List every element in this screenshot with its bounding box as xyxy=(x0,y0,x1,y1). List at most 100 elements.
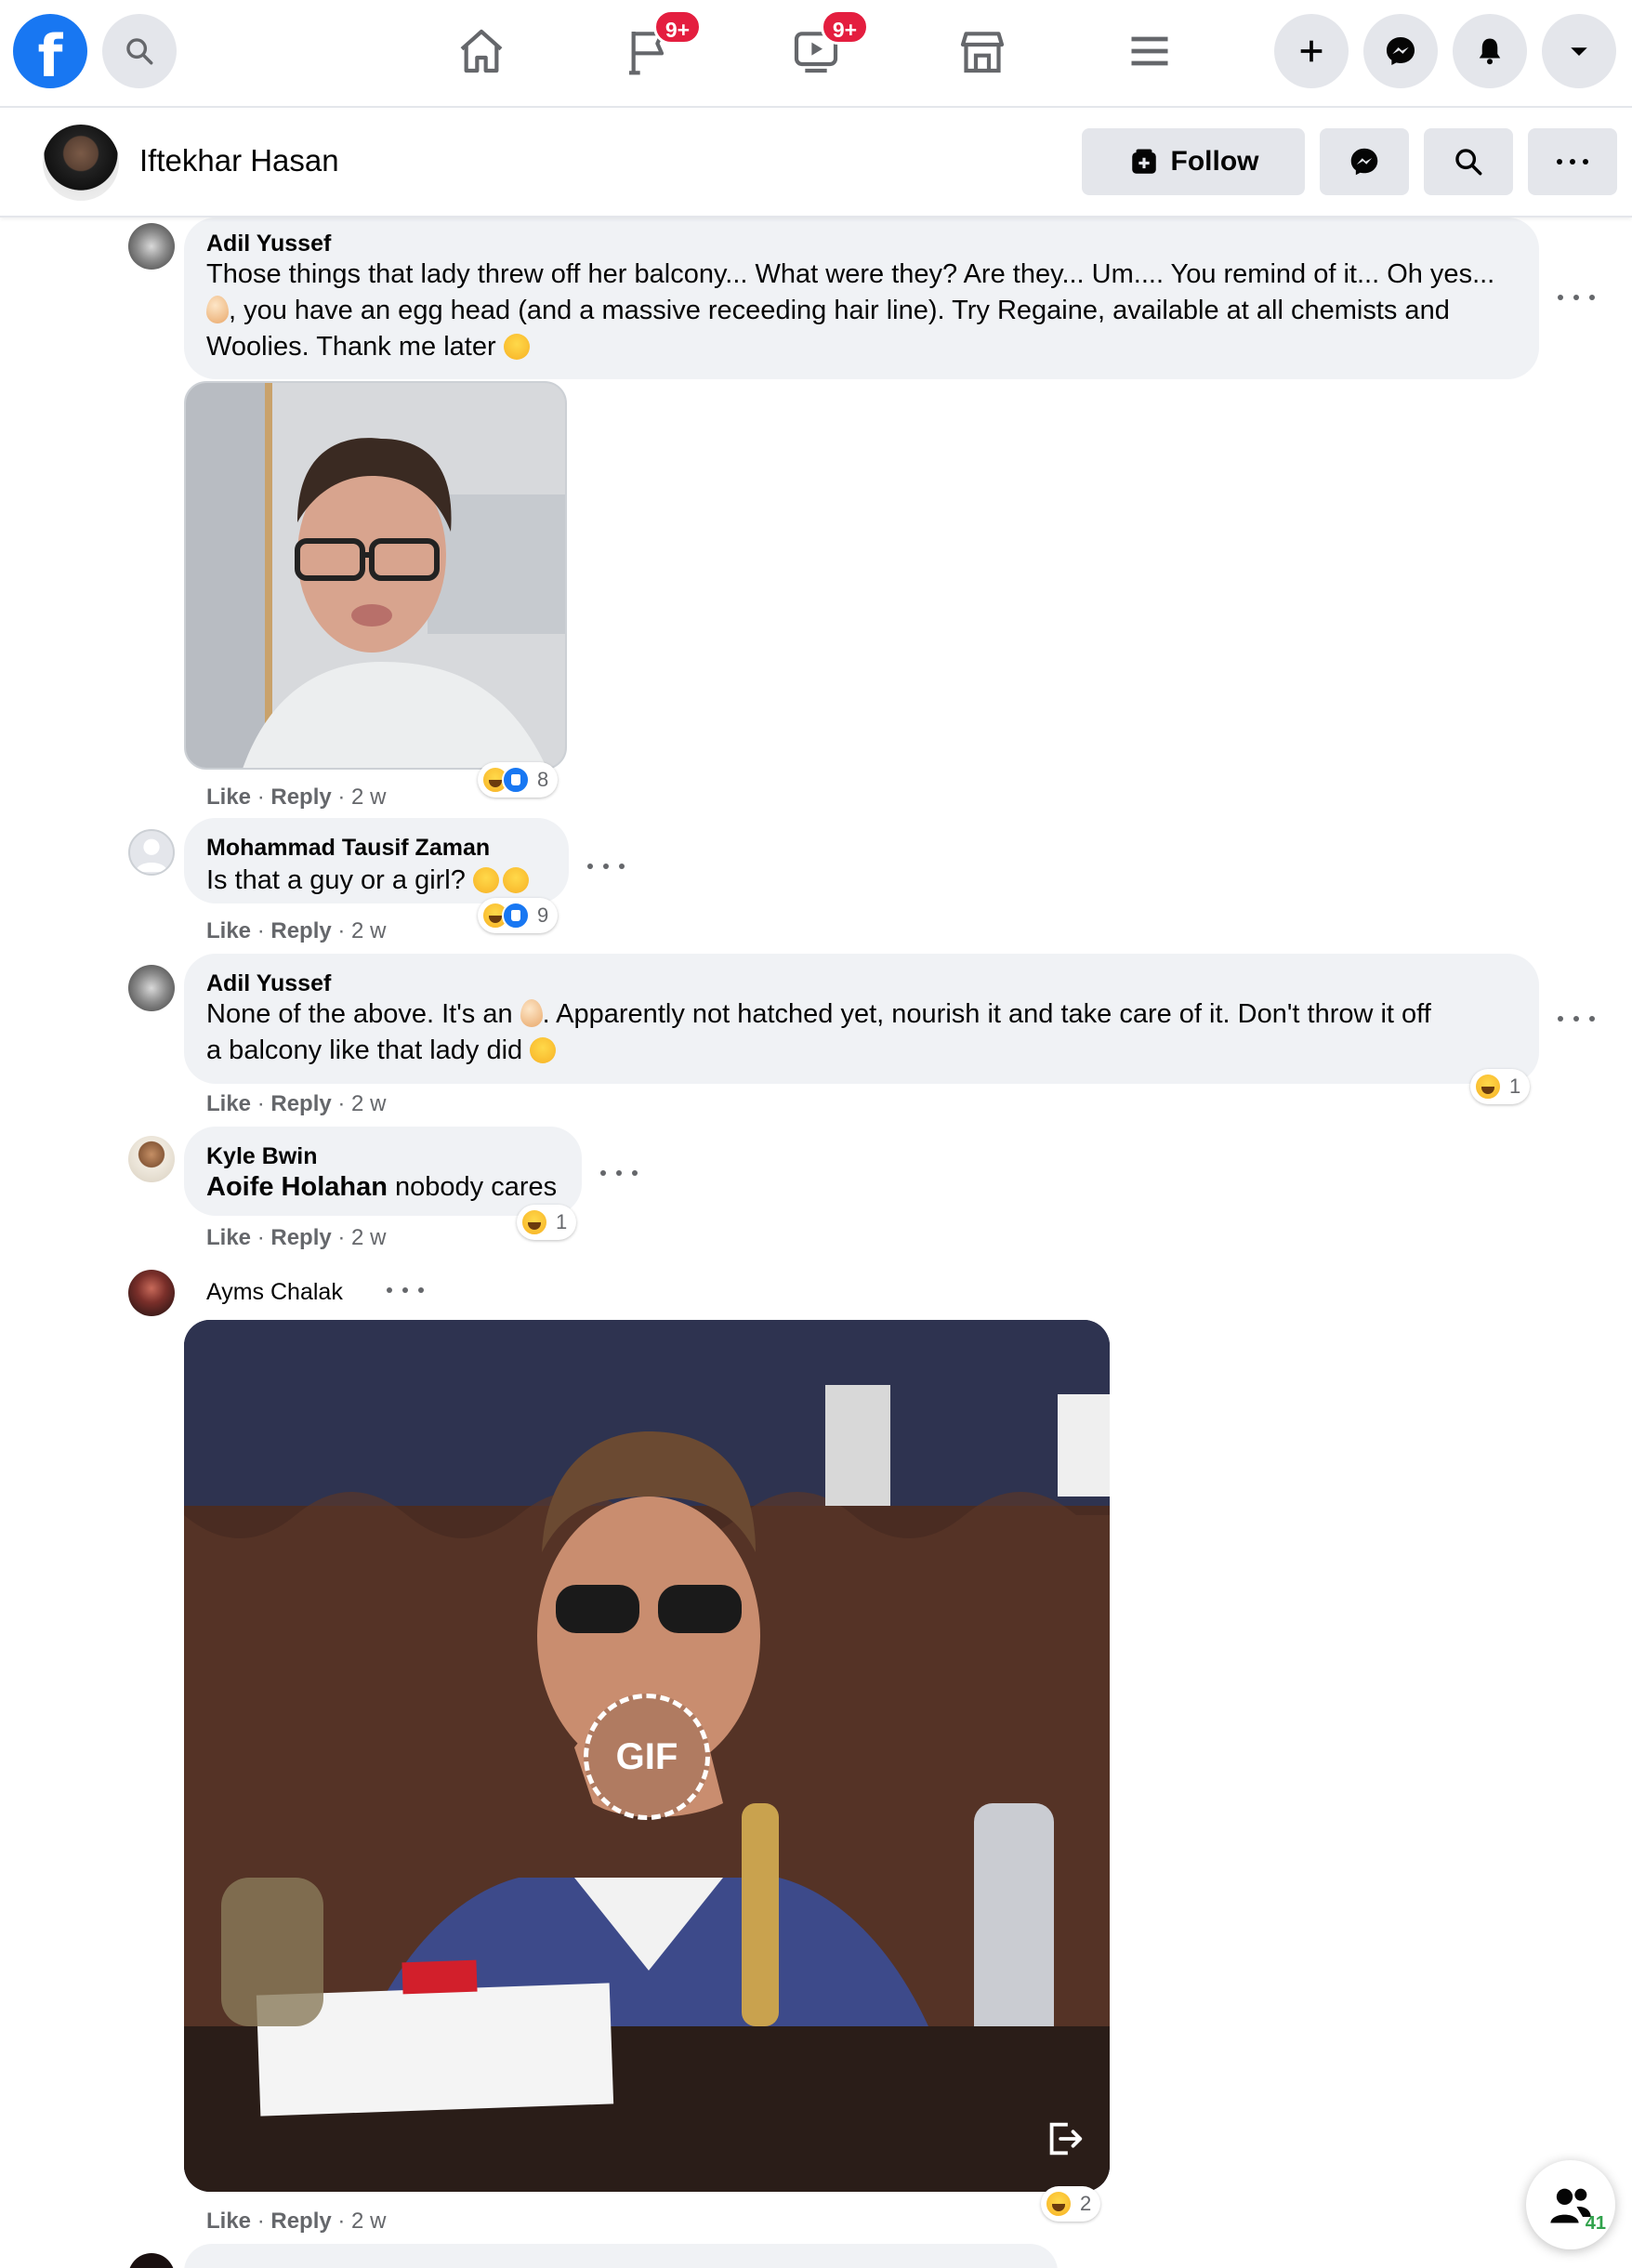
contacts-button[interactable]: 41 xyxy=(1526,2160,1615,2249)
comment-text-segment: , you have an egg head (and a massive re… xyxy=(229,296,1450,325)
messenger-icon xyxy=(1350,148,1378,176)
avatar[interactable] xyxy=(128,223,175,270)
comment-text-line: a balcony like that lady did xyxy=(206,1033,1526,1069)
create-button[interactable] xyxy=(1274,14,1349,88)
comment-actions: Like · Reply · 2 w xyxy=(206,918,387,943)
reply-link[interactable]: Reply xyxy=(270,918,331,943)
search-icon xyxy=(126,38,153,65)
comment-age[interactable]: 2 w xyxy=(351,1225,386,1250)
follow-label: Follow xyxy=(1170,146,1259,177)
like-reaction-icon xyxy=(502,902,530,930)
comment-bubble xyxy=(184,2244,1058,2268)
messenger-button[interactable] xyxy=(1363,14,1438,88)
comment-text-segment: Is that a guy or a girl? xyxy=(206,865,466,895)
avatar[interactable] xyxy=(128,2253,175,2268)
home-icon xyxy=(460,29,503,73)
follow-button[interactable]: Follow xyxy=(1082,128,1305,195)
reactions-count: 1 xyxy=(1509,1075,1521,1098)
like-link[interactable]: Like xyxy=(206,785,251,810)
reply-link[interactable]: Reply xyxy=(270,1091,331,1116)
reply-link[interactable]: Reply xyxy=(270,2209,331,2234)
nav-marketplace[interactable] xyxy=(950,19,1015,84)
reactions-summary[interactable]: 8 xyxy=(478,762,559,798)
comment-actions: Like · Reply · 2 w xyxy=(206,1225,387,1250)
pages-notification-badge: 9+ xyxy=(653,9,702,45)
message-button[interactable] xyxy=(1320,128,1409,195)
notifications-button[interactable] xyxy=(1453,14,1527,88)
top-navigation-bar: f 9+ 9+ xyxy=(0,0,1632,108)
comment-text-segment: . Apparently not hatched yet, nourish it… xyxy=(542,999,1431,1029)
comment-author[interactable]: Adil Yussef xyxy=(206,970,331,997)
like-link[interactable]: Like xyxy=(206,918,251,943)
comment-author[interactable]: Adil Yussef xyxy=(206,231,331,257)
mention-link[interactable]: Aoife Holahan xyxy=(206,1172,388,1202)
comment-age[interactable]: 2 w xyxy=(351,785,386,810)
comment-text: None of the above. It's an . Apparently … xyxy=(206,996,1526,1069)
comment-age[interactable]: 2 w xyxy=(351,1091,386,1116)
comment-author[interactable]: Ayms Chalak xyxy=(206,1279,343,1306)
marketplace-icon xyxy=(960,32,1005,73)
share-icon[interactable] xyxy=(1043,2117,1086,2160)
smile-emoji-icon xyxy=(503,334,530,360)
comment-text-line: , you have an egg head (and a massive re… xyxy=(206,293,1526,329)
reply-link[interactable]: Reply xyxy=(270,1225,331,1250)
reactions-count: 9 xyxy=(537,903,549,927)
nav-home[interactable] xyxy=(449,19,514,84)
facebook-logo-icon[interactable]: f xyxy=(13,14,87,88)
comment-age[interactable]: 2 w xyxy=(351,2209,386,2234)
reply-link[interactable]: Reply xyxy=(270,785,331,810)
online-contacts-count: 41 xyxy=(1585,2213,1606,2234)
comment-more-button[interactable] xyxy=(1558,1009,1595,1028)
comment-text-segment: None of the above. It's an xyxy=(206,999,513,1029)
comment-author[interactable]: Kyle Bwin xyxy=(206,1143,317,1170)
comment-photo-image xyxy=(186,383,565,768)
nav-watch[interactable]: 9+ xyxy=(783,9,869,84)
gif-play-badge[interactable]: GIF xyxy=(584,1694,710,1820)
comment-text-segment: a balcony like that lady did xyxy=(206,1035,523,1065)
nav-pages[interactable]: 9+ xyxy=(616,9,702,84)
like-link[interactable]: Like xyxy=(206,1091,251,1116)
avatar[interactable] xyxy=(128,1270,175,1316)
messenger-icon xyxy=(1386,36,1415,66)
profile-name[interactable]: Iftekhar Hasan xyxy=(139,143,339,178)
comment-gif[interactable]: GIF xyxy=(184,1320,1110,2192)
comment-more-button[interactable] xyxy=(387,1281,424,1299)
reactions-count: 8 xyxy=(537,768,549,791)
haha-reaction-icon xyxy=(520,1208,548,1236)
comment-author[interactable]: Mohammad Tausif Zaman xyxy=(206,835,490,862)
comment-photo[interactable] xyxy=(184,381,567,770)
reactions-count: 2 xyxy=(1080,2192,1092,2215)
profile-more-button[interactable] xyxy=(1528,128,1617,195)
follow-icon xyxy=(1131,149,1156,174)
reactions-summary[interactable]: 2 xyxy=(1041,2186,1101,2222)
comment-age[interactable]: 2 w xyxy=(351,918,386,943)
profile-search-button[interactable] xyxy=(1424,128,1513,195)
nav-menu[interactable] xyxy=(1117,19,1182,84)
comment-more-button[interactable] xyxy=(1558,288,1595,307)
avatar[interactable] xyxy=(128,1136,175,1182)
bell-icon xyxy=(1479,38,1501,65)
comment-text-line: Woolies. Thank me later xyxy=(206,329,1526,365)
comment-text: Is that a guy or a girl? xyxy=(206,863,529,899)
reactions-summary[interactable]: 1 xyxy=(1470,1069,1531,1104)
account-button[interactable] xyxy=(1542,14,1616,88)
laughing-emoji-icon xyxy=(502,867,529,893)
reactions-summary[interactable]: 1 xyxy=(517,1205,577,1240)
comment-text: Those things that lady threw off her bal… xyxy=(206,257,1526,365)
reactions-summary[interactable]: 9 xyxy=(478,898,559,933)
comment-text-line: None of the above. It's an . Apparently … xyxy=(206,996,1526,1033)
comment-text: Aoife Holahan nobody cares xyxy=(206,1169,557,1206)
plus-icon xyxy=(1300,40,1323,62)
caret-down-icon xyxy=(1571,47,1587,56)
more-icon xyxy=(1557,152,1588,171)
avatar[interactable] xyxy=(128,829,175,876)
profile-avatar[interactable] xyxy=(43,125,119,201)
like-link[interactable]: Like xyxy=(206,1225,251,1250)
avatar[interactable] xyxy=(128,965,175,1011)
comment-more-button[interactable] xyxy=(600,1164,638,1182)
like-link[interactable]: Like xyxy=(206,2209,251,2234)
comment-text-segment: nobody cares xyxy=(395,1172,558,1202)
search-button[interactable] xyxy=(102,14,177,88)
comment-more-button[interactable] xyxy=(587,857,625,876)
sad-emoji-icon xyxy=(530,1037,557,1063)
